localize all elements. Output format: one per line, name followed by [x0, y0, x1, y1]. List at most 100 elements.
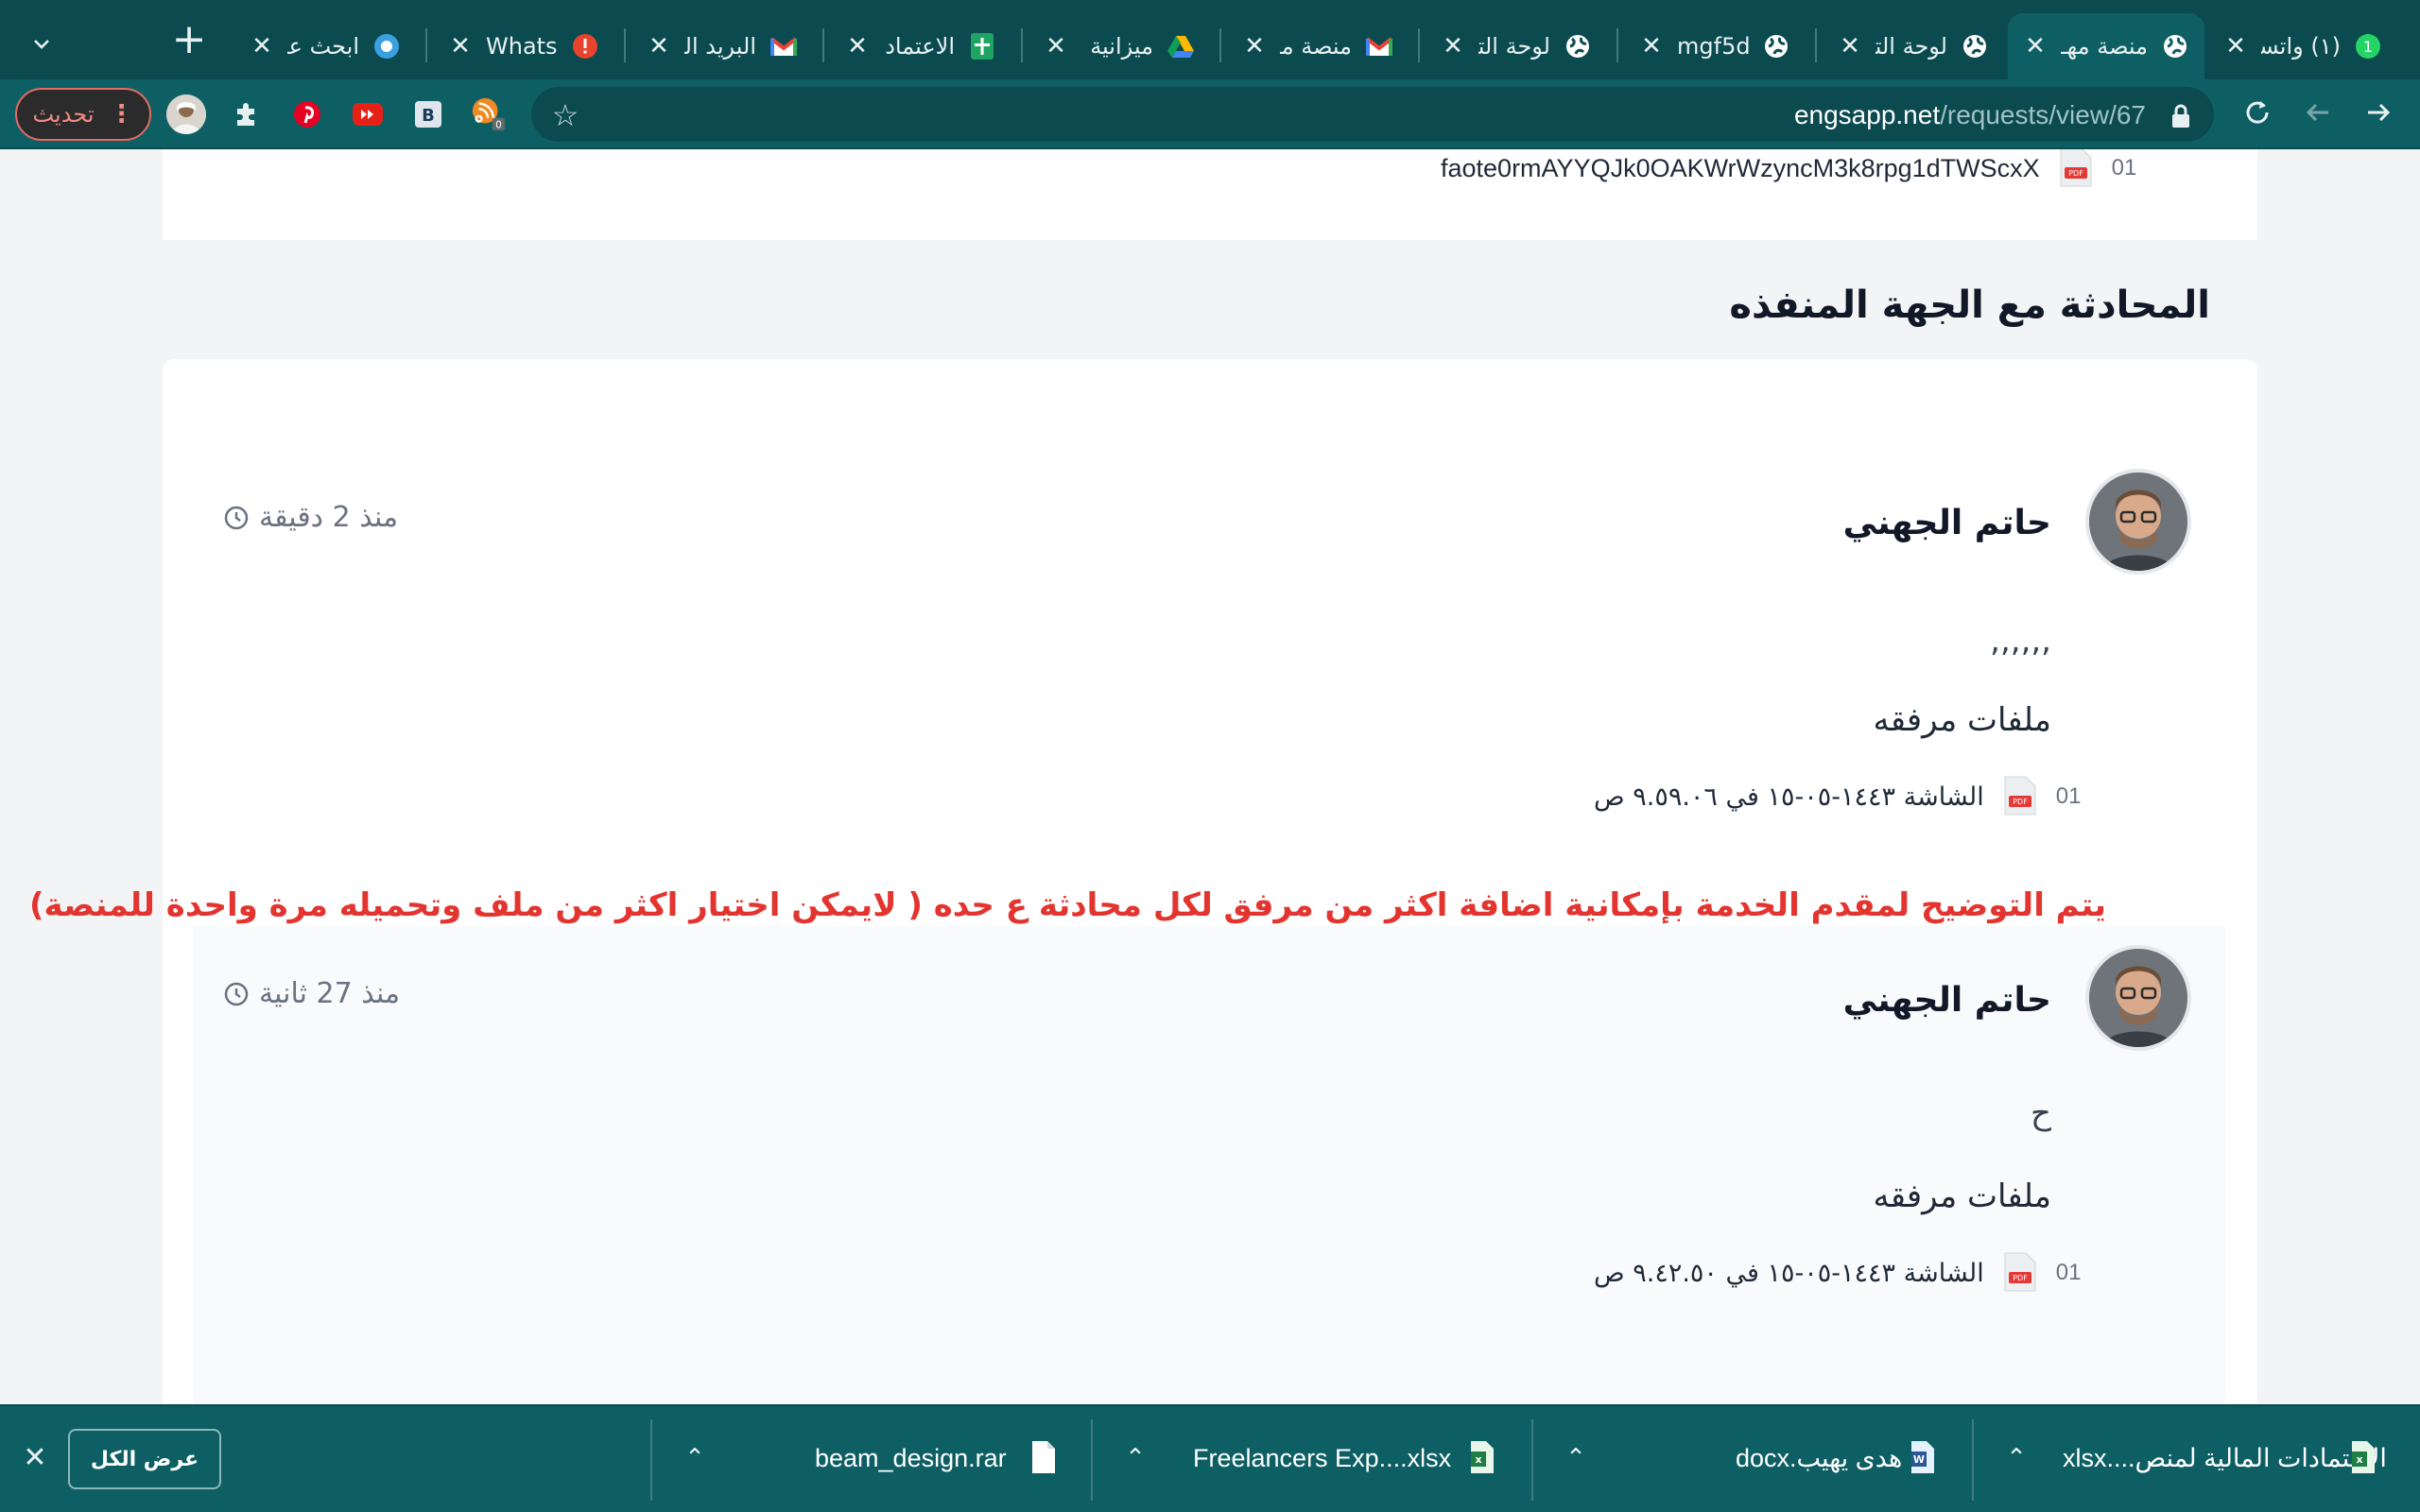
close-icon[interactable]: ✕ — [1441, 32, 1465, 60]
close-icon[interactable]: ✕ — [1044, 32, 1068, 60]
alert-icon — [571, 32, 599, 60]
drive-icon — [1167, 32, 1195, 60]
attachment-row[interactable]: الشاشة ١٤٤٣-٠٥-١٥ في ٩.٤٢.٥٠ ص PDF 01 — [1594, 1249, 2081, 1297]
download-item-name[interactable]: beam_design.rar — [815, 1444, 1007, 1473]
tab-strip: + ✕ ابحث عن ✕ WhatsA ✕ البريد الوا ✕ الا… — [0, 0, 2420, 79]
message-time: منذ 27 ثانية — [223, 977, 400, 1010]
tab-dashboard-1[interactable]: ✕ لوحة التحـ — [1426, 13, 1607, 79]
bookmark-star-icon[interactable]: ☆ — [546, 96, 584, 134]
browser-toolbar: تحديث ⋮ B 0 ☆ engsapp.net/requests/view/… — [0, 79, 2420, 149]
tab-separator — [1418, 28, 1420, 62]
show-all-button[interactable]: عرض الكل — [68, 1429, 221, 1489]
message-author: حاتم الجهني — [1842, 981, 2051, 1020]
chevron-up-icon[interactable]: ⌃ — [1562, 1444, 1590, 1472]
pdf-file-icon: PDF — [2057, 149, 2095, 190]
tab-separator — [1219, 28, 1221, 62]
close-icon[interactable]: ✕ — [1242, 32, 1267, 60]
new-tab-button[interactable]: + — [168, 19, 210, 62]
download-separator — [650, 1419, 652, 1501]
svg-text:x: x — [1475, 1453, 1481, 1466]
bookmark-b-icon[interactable]: B — [410, 96, 446, 132]
attachment-name[interactable]: faote0rmAYYQJk0OAKWrWzyncM3k8rpg1dTWScxX — [1441, 154, 2040, 183]
download-item-name[interactable]: الاعتمادات المالية لمنص....xlsx — [2063, 1444, 2387, 1473]
tab-search-button[interactable] — [21, 23, 62, 64]
reload-icon[interactable] — [2238, 96, 2276, 134]
profile-avatar[interactable] — [166, 94, 206, 134]
svg-text:PDF: PDF — [2068, 169, 2083, 178]
svg-text:PDF: PDF — [2013, 1274, 2028, 1282]
tab-sheets[interactable]: ✕ الاعتمادات — [830, 13, 1011, 79]
update-button-label: تحديث — [32, 101, 95, 128]
attachments-label: ملفات مرفقه — [1873, 1177, 2052, 1215]
tab-gmail[interactable]: ✕ منصة مهـ — [1227, 13, 1409, 79]
tab-drive[interactable]: ✕ ميزانية مشـ — [1028, 13, 1210, 79]
svg-text:B: B — [422, 106, 435, 126]
avatar — [2085, 469, 2191, 575]
extensions-icon[interactable] — [229, 96, 265, 132]
close-icon[interactable]: ✕ — [2023, 32, 2048, 60]
tab-engsapp-active[interactable]: ✕ منصة مهـ — [2008, 13, 2204, 79]
svg-text:x: x — [2356, 1453, 2362, 1466]
attachment-name[interactable]: الشاشة ١٤٤٣-٠٥-١٥ في ٩.٥٩.٠٦ ص — [1594, 782, 1984, 812]
rss-extension-icon[interactable]: 0 — [471, 96, 507, 132]
pdf-file-icon: PDF — [2001, 775, 2039, 818]
youtube-icon[interactable] — [350, 96, 386, 132]
whatsapp-icon: 1 — [2354, 32, 2382, 60]
plus-icon: + — [171, 15, 207, 63]
attachment-index: 01 — [2055, 783, 2082, 809]
attachment-name[interactable]: الشاشة ١٤٤٣-٠٥-١٥ في ٩.٤٢.٥٠ ص — [1594, 1259, 1984, 1288]
chevron-up-icon[interactable]: ⌃ — [681, 1444, 709, 1472]
close-icon[interactable]: ✕ — [1838, 32, 1862, 60]
clock-icon — [224, 982, 249, 1005]
close-icon[interactable]: ✕ — [845, 32, 870, 60]
close-icon[interactable]: ✕ — [647, 32, 671, 60]
gmail-icon — [1365, 32, 1393, 60]
attachment-row[interactable]: faote0rmAYYQJk0OAKWrWzyncM3k8rpg1dTWScxX… — [1441, 149, 2136, 187]
back-arrow-icon[interactable] — [2299, 96, 2337, 134]
download-item-name[interactable]: هدى يهيب.docx — [1736, 1444, 1902, 1473]
gmail-icon — [769, 32, 798, 60]
tab-mail[interactable]: ✕ البريد الوا — [631, 13, 813, 79]
tab-separator — [822, 28, 824, 62]
download-item-name[interactable]: Freelancers Exp....xlsx — [1193, 1444, 1451, 1473]
tab-separator — [624, 28, 626, 62]
sheets-icon — [968, 32, 996, 60]
tab-dashboard-2[interactable]: ✕ لوحة التحـ — [1823, 13, 2004, 79]
close-icon[interactable]: ✕ — [448, 32, 473, 60]
more-vert-icon: ⋮ — [109, 100, 134, 129]
chevron-down-icon — [34, 40, 49, 49]
attachment-row[interactable]: الشاشة ١٤٤٣-٠٥-١٥ في ٩.٥٩.٠٦ ص PDF 01 — [1594, 773, 2081, 820]
chevron-up-icon[interactable]: ⌃ — [1121, 1444, 1150, 1472]
tab-separator — [425, 28, 427, 62]
attachment-index: 01 — [2111, 155, 2137, 180]
tab-search[interactable]: ✕ ابحث عن — [234, 13, 416, 79]
globe-icon — [2161, 32, 2189, 60]
whatsapp-badge: 1 — [2363, 38, 2373, 56]
tab-mgf5d0[interactable]: ✕ mgf5d0 — [1624, 13, 1806, 79]
message-body: ح — [2031, 1094, 2051, 1132]
message-time: منذ 2 دقيقة — [223, 501, 398, 534]
lock-icon[interactable] — [2170, 104, 2191, 129]
url-text: engsapp.net/requests/view/67 — [1793, 100, 2146, 129]
close-icon[interactable]: ✕ — [19, 1442, 51, 1474]
page-content: faote0rmAYYQJk0OAKWrWzyncM3k8rpg1dTWScxX… — [0, 149, 2420, 1404]
attachments-card: faote0rmAYYQJk0OAKWrWzyncM3k8rpg1dTWScxX… — [163, 149, 2257, 240]
tab-whatsapp[interactable]: ✕ (١) واتسا 1 — [2208, 13, 2397, 79]
pinterest-icon[interactable] — [289, 96, 325, 132]
close-icon[interactable]: ✕ — [2223, 32, 2248, 60]
globe-icon — [1564, 32, 1592, 60]
close-icon[interactable]: ✕ — [1639, 32, 1664, 60]
message-author: حاتم الجهني — [1842, 504, 2051, 542]
close-icon[interactable]: ✕ — [250, 32, 274, 60]
update-button[interactable]: تحديث ⋮ — [15, 88, 151, 141]
forward-arrow-icon[interactable] — [2360, 96, 2397, 134]
excel-file-icon: x — [1471, 1441, 1494, 1473]
svg-text:PDF: PDF — [2013, 798, 2028, 806]
chevron-up-icon[interactable]: ⌃ — [2002, 1444, 2031, 1472]
search-circle-icon — [372, 32, 401, 60]
message-body: ,,,,,, — [1990, 622, 2051, 660]
svg-text:W: W — [1913, 1453, 1925, 1466]
tab-whatsapp-web[interactable]: ✕ WhatsA — [433, 13, 614, 79]
attachment-index: 01 — [2055, 1260, 2082, 1285]
clock-icon — [224, 506, 249, 529]
